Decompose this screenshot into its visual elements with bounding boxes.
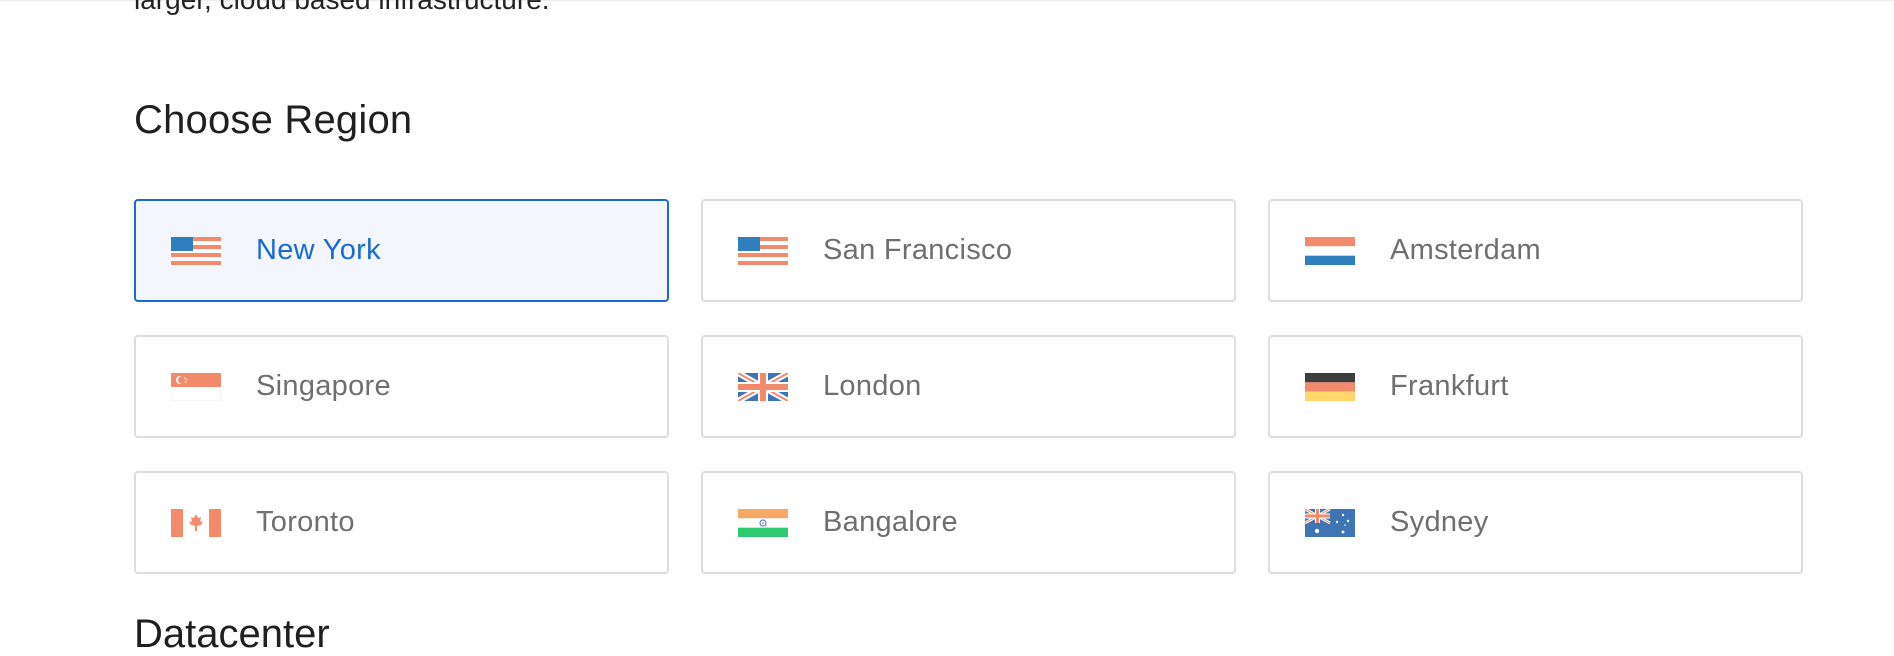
region-option-frankfurt[interactable]: Frankfurt [1268, 335, 1803, 438]
us-flag-icon [738, 236, 788, 265]
netherlands-flag-icon [1305, 236, 1355, 265]
region-label: Bangalore [823, 506, 958, 538]
intro-text: larger, cloud based infrastructure. [134, 0, 550, 14]
us-flag-icon [171, 236, 221, 265]
singapore-flag-icon [171, 372, 221, 401]
region-label: Sydney [1390, 506, 1489, 538]
region-label: Toronto [256, 506, 355, 538]
canada-flag-icon [171, 508, 221, 537]
region-grid: New York San Francisco Amsterdam Singapo… [134, 199, 1803, 574]
region-label: Frankfurt [1390, 370, 1509, 402]
region-option-london[interactable]: London [701, 335, 1236, 438]
region-option-new-york[interactable]: New York [134, 199, 669, 302]
next-section-title: Datacenter [134, 612, 330, 656]
section-title: Choose Region [134, 98, 413, 142]
region-option-toronto[interactable]: Toronto [134, 471, 669, 574]
region-label: London [823, 370, 922, 402]
region-label: Singapore [256, 370, 391, 402]
region-option-singapore[interactable]: Singapore [134, 335, 669, 438]
region-option-bangalore[interactable]: Bangalore [701, 471, 1236, 574]
region-option-sydney[interactable]: Sydney [1268, 471, 1803, 574]
region-option-san-francisco[interactable]: San Francisco [701, 199, 1236, 302]
region-label: Amsterdam [1390, 234, 1541, 266]
region-label: New York [256, 234, 381, 266]
uk-flag-icon [738, 372, 788, 401]
germany-flag-icon [1305, 372, 1355, 401]
australia-flag-icon [1305, 508, 1355, 537]
region-option-amsterdam[interactable]: Amsterdam [1268, 199, 1803, 302]
region-label: San Francisco [823, 234, 1013, 266]
india-flag-icon [738, 508, 788, 537]
